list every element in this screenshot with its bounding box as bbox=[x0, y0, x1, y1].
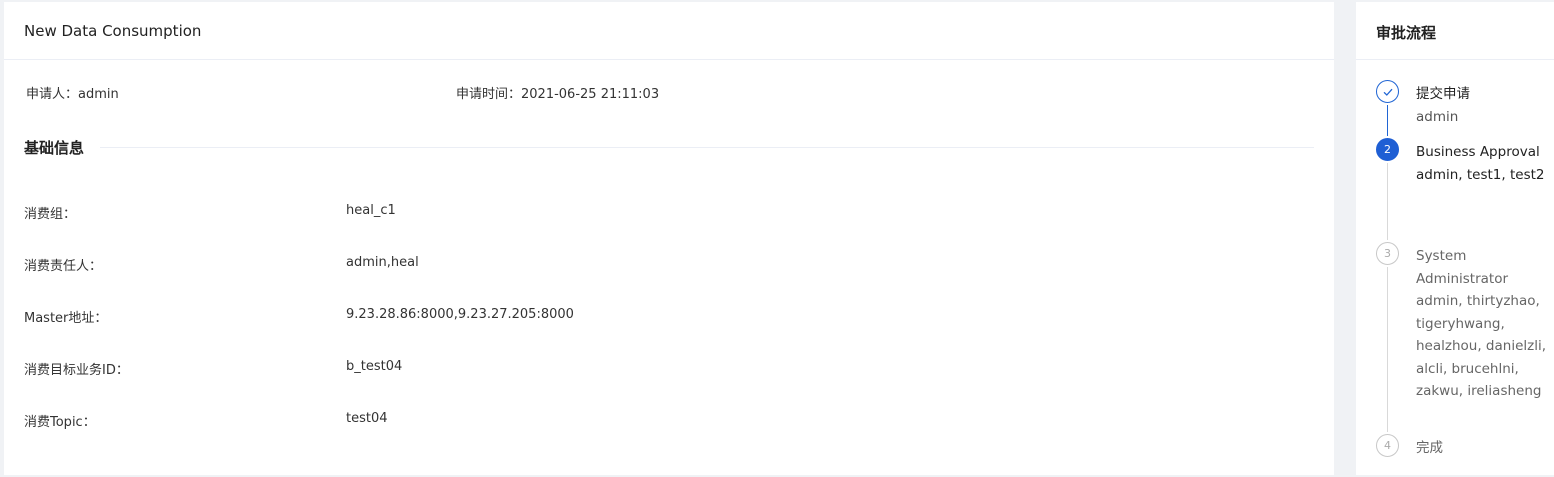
step-connector bbox=[1387, 105, 1388, 136]
field-value: admin,heal bbox=[346, 255, 419, 270]
step-number-icon: 3 bbox=[1376, 242, 1399, 265]
step-number-icon: 2 bbox=[1376, 138, 1399, 161]
field-value: 9.23.28.86:8000,9.23.27.205:8000 bbox=[346, 307, 574, 322]
step-submit: 提交申请 admin bbox=[1376, 80, 1550, 138]
side-panel-header: 审批流程 bbox=[1356, 2, 1554, 60]
field-target-business-id: 消费目标业务ID： b_test04 bbox=[24, 359, 402, 378]
step-connector bbox=[1387, 267, 1388, 432]
field-label: 消费目标业务ID： bbox=[24, 363, 129, 378]
field-consumer-owner: 消费责任人： admin,heal bbox=[24, 255, 419, 274]
approval-process-panel: 审批流程 提交申请 admin 2 Business Approval admi… bbox=[1356, 2, 1554, 475]
step-title: Business Approval bbox=[1416, 144, 1540, 160]
page-title: New Data Consumption bbox=[24, 22, 202, 40]
step-assignees: admin bbox=[1416, 108, 1459, 125]
step-assignees: admin, thirtyzhao, tigeryhwang, healzhou… bbox=[1416, 293, 1547, 399]
field-consumer-topic: 消费Topic： test04 bbox=[24, 411, 388, 430]
field-value: b_test04 bbox=[346, 359, 403, 374]
step-number-icon: 4 bbox=[1376, 434, 1399, 457]
field-consumer-group: 消费组： heal_c1 bbox=[24, 203, 396, 222]
approval-steps: 提交申请 admin 2 Business Approval admin, te… bbox=[1376, 80, 1550, 464]
field-label: 消费责任人： bbox=[24, 259, 103, 274]
apply-time-value: 2021-06-25 21:11:03 bbox=[521, 87, 660, 102]
step-complete: 4 完成 bbox=[1376, 434, 1550, 464]
field-label: 消费Topic： bbox=[24, 415, 96, 430]
approval-process-title: 审批流程 bbox=[1376, 24, 1437, 42]
step-title: 完成 bbox=[1416, 440, 1443, 456]
step-assignees: admin, test1, test2 bbox=[1416, 166, 1545, 183]
basic-info-section-header: 基础信息 bbox=[24, 136, 1314, 158]
field-label: Master地址： bbox=[24, 311, 108, 326]
field-value: test04 bbox=[346, 411, 388, 426]
field-master-address: Master地址： 9.23.28.86:8000,9.23.27.205:80… bbox=[24, 307, 574, 326]
apply-time-info: 申请时间：2021-06-25 21:11:03 bbox=[456, 83, 659, 102]
applicant-info: 申请人：admin bbox=[26, 83, 119, 102]
applicant-value: admin bbox=[78, 87, 119, 102]
step-title: 提交申请 bbox=[1416, 86, 1470, 102]
section-divider bbox=[100, 146, 1314, 148]
step-connector bbox=[1387, 163, 1388, 240]
panel-header: New Data Consumption bbox=[4, 2, 1334, 60]
step-title: System Administrator bbox=[1416, 248, 1509, 287]
application-detail-panel: New Data Consumption 申请人：admin 申请时间：2021… bbox=[4, 2, 1334, 475]
step-business-approval: 2 Business Approval admin, test1, test2 bbox=[1376, 138, 1550, 242]
section-title: 基础信息 bbox=[24, 138, 85, 157]
check-icon bbox=[1376, 80, 1399, 103]
field-value: heal_c1 bbox=[346, 203, 396, 218]
step-system-admin: 3 System Administrator admin, thirtyzhao… bbox=[1376, 242, 1550, 434]
field-label: 消费组： bbox=[24, 207, 77, 222]
apply-time-label: 申请时间： bbox=[456, 87, 522, 102]
applicant-label: 申请人： bbox=[26, 87, 79, 102]
